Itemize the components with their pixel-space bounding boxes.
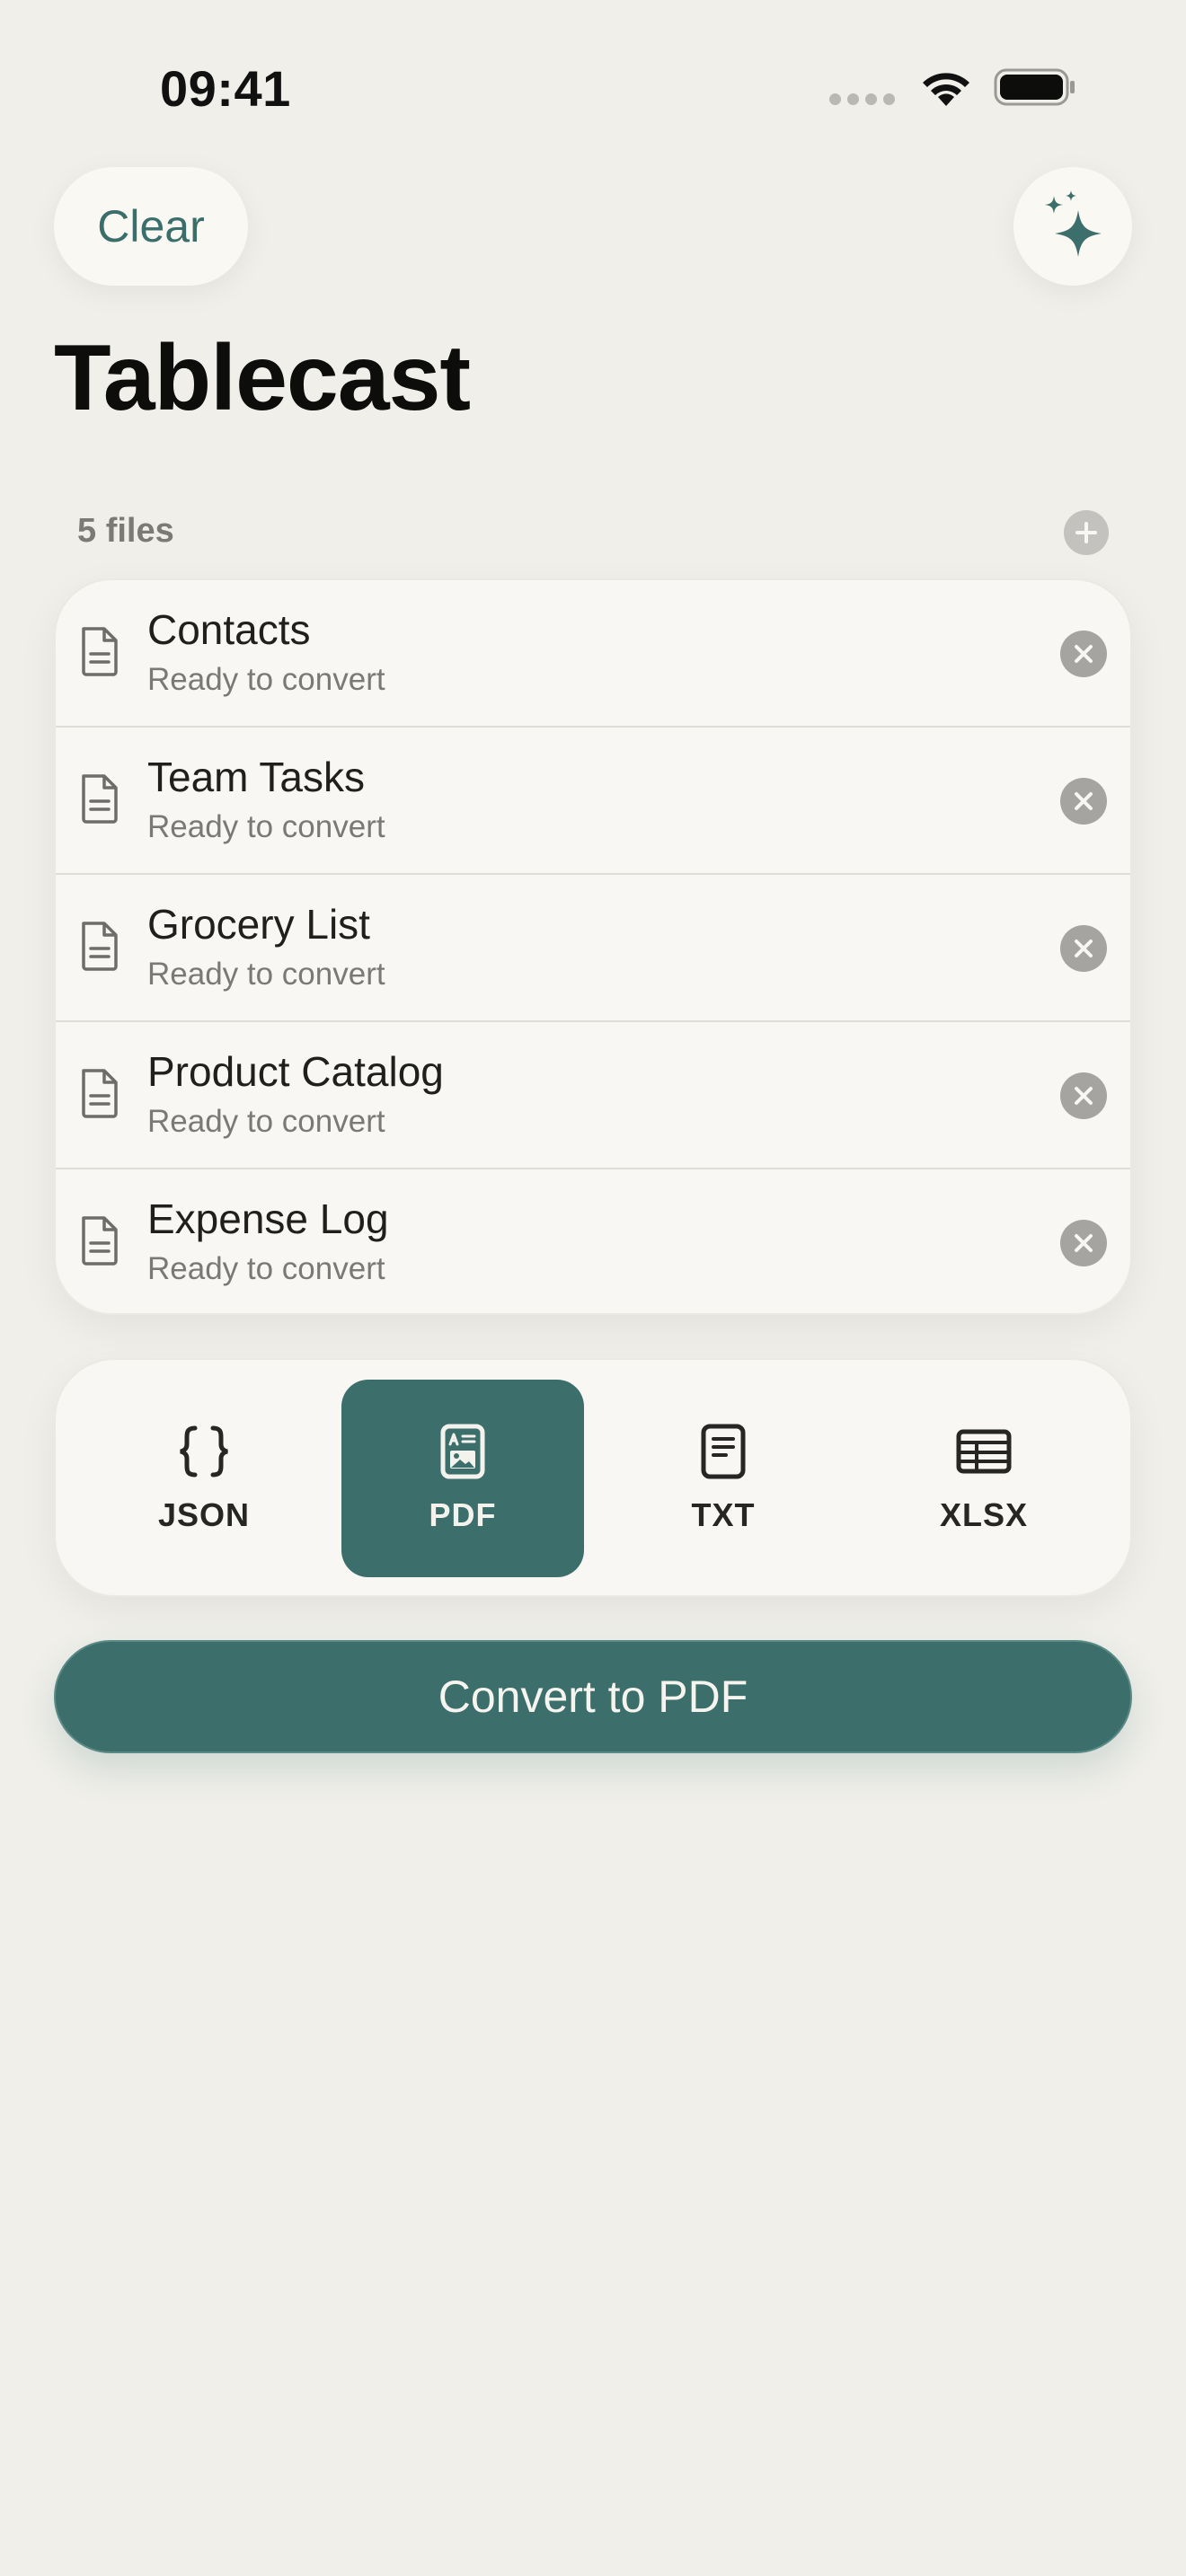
page-title: Tablecast — [54, 326, 471, 430]
file-name: Contacts — [147, 606, 311, 653]
close-icon — [1075, 1234, 1093, 1252]
document-icon — [82, 1069, 118, 1118]
file-status: Ready to convert — [147, 662, 385, 698]
file-status: Ready to convert — [147, 809, 385, 845]
sparkle-button[interactable] — [1013, 167, 1132, 286]
pdf-document-icon — [440, 1424, 485, 1479]
file-name: Product Catalog — [147, 1048, 444, 1095]
file-row[interactable]: Product Catalog Ready to convert — [56, 1022, 1130, 1169]
file-status: Ready to convert — [147, 1251, 385, 1287]
format-label: PDF — [429, 1496, 497, 1533]
file-name: Expense Log — [147, 1195, 389, 1242]
close-icon — [1075, 940, 1093, 957]
format-label: XLSX — [939, 1496, 1029, 1533]
braces-icon — [180, 1425, 228, 1478]
file-text: Expense Log Ready to convert — [147, 1195, 389, 1287]
file-text: Grocery List Ready to convert — [147, 900, 385, 992]
document-icon — [82, 922, 118, 971]
wifi-icon — [923, 73, 969, 106]
screen: 09:41 Clear Tablecast 5 files Contacts R… — [0, 0, 1186, 2576]
remove-file-button[interactable] — [1060, 1220, 1107, 1266]
file-row[interactable]: Team Tasks Ready to convert — [56, 728, 1130, 875]
format-label: JSON — [157, 1496, 251, 1533]
text-document-icon — [701, 1424, 746, 1479]
battery-icon — [994, 68, 1075, 106]
remove-file-button[interactable] — [1060, 1072, 1107, 1119]
file-row[interactable]: Contacts Ready to convert — [56, 580, 1130, 728]
remove-file-button[interactable] — [1060, 778, 1107, 825]
document-icon — [82, 774, 118, 824]
format-option-json[interactable]: JSON — [83, 1380, 325, 1577]
remove-file-button[interactable] — [1060, 925, 1107, 972]
status-indicators — [829, 66, 1076, 108]
cellular-signal-icon — [829, 93, 895, 105]
file-row[interactable]: Grocery List Ready to convert — [56, 875, 1130, 1022]
format-selector: JSON PDF TXT XLSX — [54, 1358, 1132, 1597]
document-icon — [82, 627, 118, 676]
table-grid-icon — [956, 1429, 1012, 1474]
file-text: Product Catalog Ready to convert — [147, 1047, 444, 1140]
sparkle-icon — [1045, 190, 1102, 257]
clear-button[interactable]: Clear — [54, 167, 248, 286]
file-status: Ready to convert — [147, 957, 385, 992]
plus-icon — [1075, 522, 1097, 543]
file-status: Ready to convert — [147, 1104, 385, 1140]
format-label: TXT — [691, 1496, 756, 1533]
file-name: Team Tasks — [147, 754, 366, 800]
convert-button[interactable]: Convert to PDF — [54, 1640, 1132, 1753]
add-file-button[interactable] — [1064, 510, 1109, 555]
file-text: Team Tasks Ready to convert — [147, 753, 385, 845]
file-name: Grocery List — [147, 901, 370, 948]
format-option-txt[interactable]: TXT — [602, 1380, 845, 1577]
document-icon — [82, 1216, 118, 1266]
status-time: 09:41 — [160, 60, 291, 117]
remove-file-button[interactable] — [1060, 631, 1107, 677]
file-row[interactable]: Expense Log Ready to convert — [56, 1169, 1130, 1313]
close-icon — [1075, 792, 1093, 810]
format-option-xlsx[interactable]: XLSX — [863, 1380, 1105, 1577]
close-icon — [1075, 1087, 1093, 1105]
files-count: 5 files — [77, 512, 174, 550]
format-option-pdf[interactable]: PDF — [341, 1380, 584, 1577]
close-icon — [1075, 645, 1093, 663]
file-list: Contacts Ready to convert Team Tasks Rea… — [54, 578, 1132, 1315]
file-text: Contacts Ready to convert — [147, 605, 385, 698]
